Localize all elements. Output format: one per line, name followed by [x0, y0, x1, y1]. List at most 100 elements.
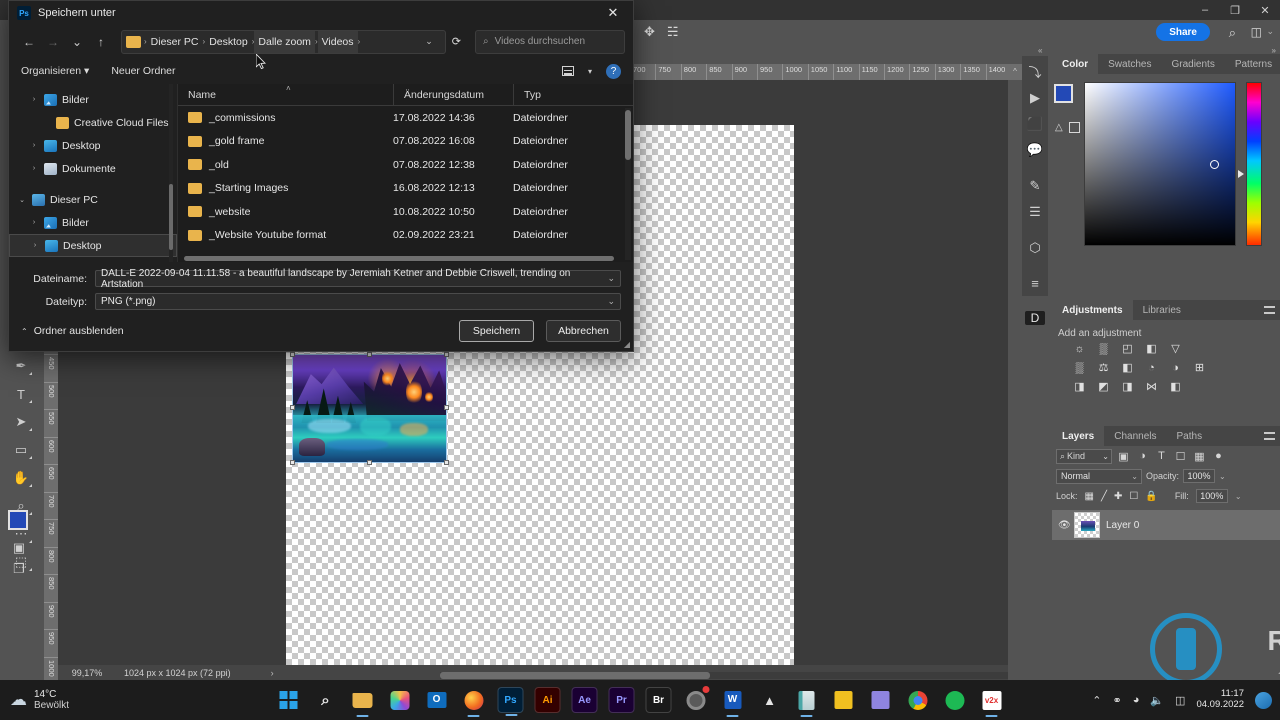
smart-object-filter-icon[interactable]: ▦: [1192, 450, 1207, 463]
tab-color[interactable]: Color: [1052, 54, 1099, 74]
color-lookup-icon[interactable]: ⊞: [1192, 361, 1207, 374]
search-taskbar-button[interactable]: ⌕: [313, 687, 339, 713]
lock-image-icon[interactable]: ╱: [1101, 491, 1107, 502]
close-button[interactable]: ✕: [1250, 0, 1280, 20]
layer-row[interactable]: 👁 Layer 0: [1052, 510, 1280, 540]
layer-visibility-icon[interactable]: 👁: [1058, 520, 1071, 531]
photo-filter-icon[interactable]: ◔: [1144, 361, 1159, 374]
properties-sliders-icon[interactable]: ☰: [1024, 204, 1046, 220]
layer-filter-kind-select[interactable]: ⌕ Kind ⌄: [1056, 448, 1112, 464]
curves-icon[interactable]: ◰: [1120, 342, 1135, 355]
up-button[interactable]: ↑: [89, 30, 113, 54]
discover-icon[interactable]: D: [1025, 311, 1045, 325]
maximize-button[interactable]: ❐: [1220, 0, 1250, 20]
color-swatches[interactable]: [8, 510, 38, 540]
address-breadcrumb-bar[interactable]: › Dieser PC › Desktop › Dalle zoom › Vid…: [121, 29, 446, 54]
chevron-icon[interactable]: ›: [30, 242, 40, 249]
history-icon[interactable]: ⤵: [1024, 62, 1046, 80]
search-icon[interactable]: ⌕: [1229, 25, 1236, 41]
pixel-filter-icon[interactable]: ▣: [1116, 450, 1131, 463]
pen-tool[interactable]: ✒: [8, 356, 34, 376]
file-list[interactable]: Name Änderungsdatum Typ ˄ _commissions 17…: [177, 83, 633, 262]
chevron-down-icon[interactable]: ⌄: [1266, 26, 1274, 37]
organize-button[interactable]: Organisieren ▾: [21, 65, 89, 77]
3d-icon[interactable]: ⬡: [1024, 240, 1046, 256]
chevron-down-icon[interactable]: ⌄: [607, 273, 615, 284]
firefox-button[interactable]: [461, 687, 487, 717]
posterize-icon[interactable]: ◩: [1096, 380, 1111, 393]
gamut-warning-icon[interactable]: △: [1055, 122, 1063, 133]
screen-mode-icon[interactable]: ❐: [6, 559, 32, 579]
gradient-map-icon[interactable]: ⋈: [1144, 380, 1159, 393]
tab-gradients[interactable]: Gradients: [1161, 54, 1224, 74]
share-button[interactable]: Share: [1156, 23, 1210, 41]
file-explorer-button[interactable]: [350, 687, 376, 717]
hue-slider-handle[interactable]: [1238, 170, 1244, 178]
search-input[interactable]: ⌕ Videos durchsuchen: [475, 29, 625, 54]
column-header-type[interactable]: Typ: [513, 83, 603, 106]
chevron-down-icon[interactable]: ⌄: [607, 296, 615, 307]
tree-item-creative-cloud-files[interactable]: Creative Cloud Files: [9, 111, 177, 134]
tab-channels[interactable]: Channels: [1104, 426, 1166, 446]
table-row[interactable]: _website 10.08.2022 10:50 Dateiordner: [178, 200, 633, 224]
battery-icon[interactable]: ◫: [1175, 694, 1185, 707]
photos-button[interactable]: [387, 687, 413, 713]
selective-color-icon[interactable]: ◧: [1168, 380, 1183, 393]
lock-transparent-icon[interactable]: ▦: [1085, 491, 1094, 502]
hue-saturation-icon[interactable]: ▒: [1072, 361, 1087, 374]
adjustment-filter-icon[interactable]: ◑: [1135, 450, 1150, 462]
color-picker-handle[interactable]: [1210, 160, 1219, 169]
illustrator-button[interactable]: Ai: [534, 687, 561, 713]
filename-input[interactable]: DALL-E 2022-09-04 11.11.58 - a beautiful…: [95, 268, 621, 290]
levels-icon[interactable]: ▒: [1096, 342, 1111, 355]
tree-item-bilder[interactable]: › Bilder: [9, 88, 177, 111]
quick-mask-icon[interactable]: ▣: [6, 538, 32, 558]
comments-icon[interactable]: 💬: [1024, 142, 1046, 158]
snipping-tool-button[interactable]: [868, 687, 894, 713]
chevron-icon[interactable]: ⌄: [17, 196, 27, 204]
tree-item-desktop[interactable]: › Desktop: [9, 134, 177, 157]
taskbar-clock[interactable]: 11:17 04.09.2022: [1196, 688, 1244, 711]
tab-libraries[interactable]: Libraries: [1133, 300, 1191, 320]
fill-value[interactable]: 100%: [1195, 489, 1228, 503]
recent-locations-button[interactable]: ⌄: [65, 30, 89, 54]
tree-item-dokumente[interactable]: › Dokumente: [9, 157, 177, 180]
lock-all-icon[interactable]: 🔒: [1145, 491, 1157, 502]
color-panel-swatches[interactable]: [1054, 84, 1084, 114]
chrome-button[interactable]: [905, 687, 931, 713]
tree-scrollbar-thumb[interactable]: [169, 184, 173, 250]
table-row[interactable]: _gold frame 07.08.2022 16:08 Dateiordner: [178, 130, 633, 154]
web-safe-icon[interactable]: [1069, 122, 1080, 133]
chevron-icon[interactable]: ›: [29, 142, 39, 149]
chrome-canary-button[interactable]: [683, 686, 710, 713]
cancel-button[interactable]: Abbrechen: [546, 320, 621, 342]
adjust-sliders-icon[interactable]: ≡: [1024, 276, 1046, 291]
move-icon[interactable]: ✥: [644, 24, 655, 40]
blend-mode-select[interactable]: Normal ⌄: [1056, 468, 1142, 484]
bridge-button[interactable]: Br: [645, 687, 672, 713]
forward-button[interactable]: →: [41, 30, 65, 54]
list-scrollbar-thumb[interactable]: [625, 110, 631, 160]
type-tool[interactable]: T: [8, 384, 34, 404]
hue-slider[interactable]: [1246, 82, 1262, 246]
zoom-level[interactable]: 99,17%: [58, 668, 116, 678]
save-button[interactable]: Speichern: [459, 320, 534, 342]
color-balance-icon[interactable]: ⚖: [1096, 361, 1111, 374]
chevron-down-icon[interactable]: ⌄: [1219, 472, 1226, 481]
tray-overflow-icon[interactable]: ⌃: [1092, 694, 1101, 707]
transform-selection-box[interactable]: [290, 352, 449, 465]
word-button[interactable]: W: [720, 687, 746, 717]
foreground-color-swatch[interactable]: [8, 510, 28, 530]
address-dropdown-icon[interactable]: ⌄: [417, 36, 441, 47]
usb-icon[interactable]: ⚭: [1112, 694, 1121, 707]
color-field[interactable]: [1084, 82, 1236, 246]
status-expand-icon[interactable]: ›: [231, 668, 274, 678]
type-filter-icon[interactable]: T: [1154, 450, 1169, 462]
canvas-hscrollbar-thumb[interactable]: [440, 672, 710, 679]
panel-menu-icon[interactable]: [1258, 300, 1280, 320]
filter-toggle-icon[interactable]: ●: [1211, 450, 1226, 462]
tree-item-bilder[interactable]: › Bilder: [9, 211, 177, 234]
hide-folders-button[interactable]: ⌃ Ordner ausblenden: [21, 325, 124, 337]
premiere-button[interactable]: Pr: [608, 687, 635, 713]
v2x-button[interactable]: v2x: [979, 687, 1005, 717]
